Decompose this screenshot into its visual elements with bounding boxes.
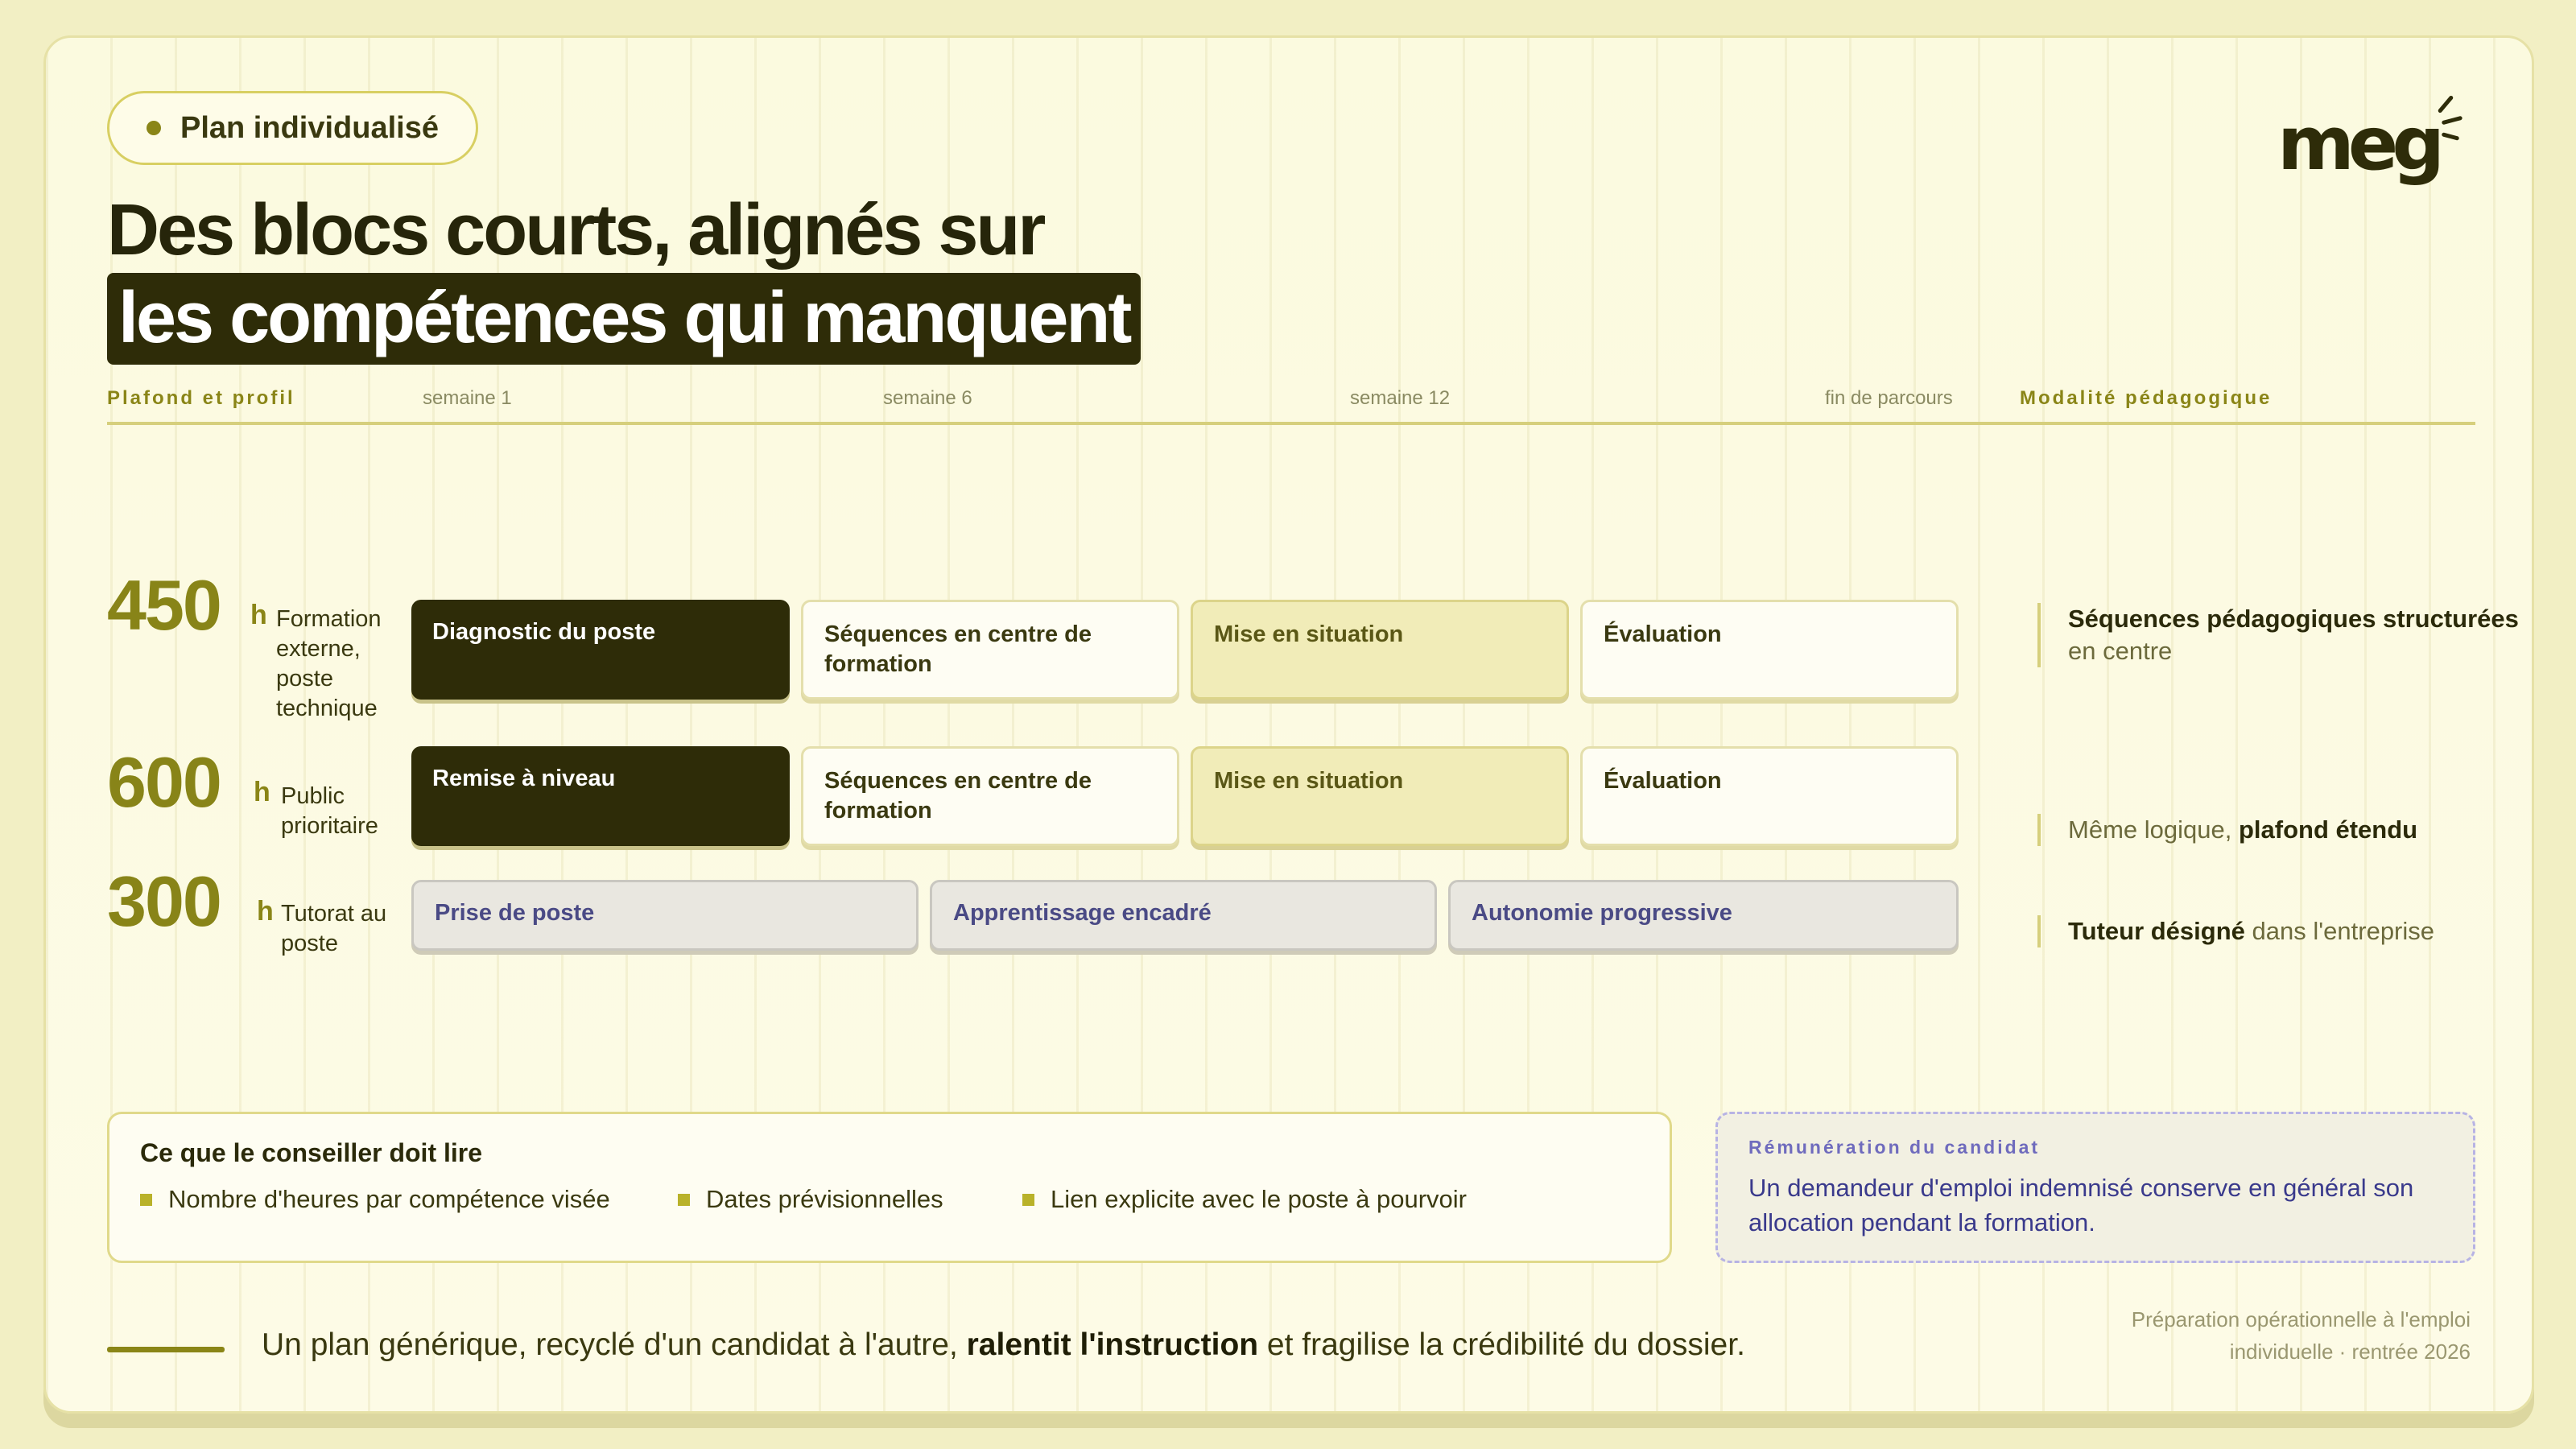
- remuneration-box: Rémunération du candidat Un demandeur d'…: [1715, 1112, 2475, 1263]
- meg-logo: meg: [2277, 86, 2471, 191]
- header-profile: Plafond et profil: [107, 387, 295, 409]
- header-modality: Modalité pédagogique: [2020, 387, 2273, 409]
- header-divider: [107, 422, 2475, 425]
- block-evaluation[interactable]: Évaluation: [1580, 600, 1959, 700]
- block-apprentissage[interactable]: Apprentissage encadré: [930, 880, 1437, 951]
- block-mise-en-situation[interactable]: Mise en situation: [1191, 600, 1569, 700]
- footer-meta: Préparation opérationnelle à l'emploi ind…: [2131, 1307, 2471, 1364]
- block-mise-en-situation[interactable]: Mise en situation: [1191, 746, 1569, 846]
- row-hours: 300: [107, 861, 222, 941]
- bullet-icon: [678, 1193, 690, 1206]
- footer-statement: Un plan générique, recyclé d'un candidat…: [262, 1327, 1745, 1362]
- block-autonomie[interactable]: Autonomie progressive: [1448, 880, 1959, 951]
- logo-ray-icon: [2437, 94, 2454, 114]
- advisor-item: Lien explicite avec le poste à pourvoir: [1022, 1185, 1467, 1214]
- block-sequences[interactable]: Séquences en centre de formation: [801, 746, 1179, 846]
- badge-label: Plan individualisé: [180, 110, 439, 145]
- advisor-item: Nombre d'heures par compétence visée: [140, 1185, 610, 1214]
- slide-card: Plan individualisé meg Des blocs courts,…: [43, 35, 2534, 1414]
- page-title-line2: les compétences qui manquent: [107, 273, 1141, 365]
- row-profile: Tutorat au poste: [281, 901, 387, 956]
- row-unit: h: [250, 600, 267, 630]
- row-modality: Même logique, plafond étendu: [2037, 814, 2417, 846]
- logo-text: meg: [2277, 101, 2445, 187]
- badge-dot-icon: [147, 121, 161, 135]
- bullet-icon: [140, 1193, 152, 1206]
- row-modality: Tuteur désigné dans l'entreprise: [2037, 915, 2434, 947]
- advisor-title: Ce que le conseiller doit lire: [140, 1138, 483, 1167]
- header-week-1: semaine 1: [423, 387, 512, 409]
- row-unit: h: [254, 777, 270, 807]
- block-remise-a-niveau[interactable]: Remise à niveau: [411, 746, 790, 846]
- row-unit: h: [257, 896, 274, 927]
- block-diagnostic[interactable]: Diagnostic du poste: [411, 600, 790, 700]
- bullet-icon: [1022, 1193, 1034, 1206]
- remuneration-text: Un demandeur d'emploi indemnisé conserve…: [1748, 1174, 2414, 1236]
- row-profile: Formation externe, poste technique: [276, 606, 382, 721]
- header-week-6: semaine 6: [883, 387, 972, 409]
- advisor-box: Ce que le conseiller doit lire Nombre d'…: [107, 1112, 1672, 1263]
- header-end: fin de parcours: [1825, 387, 1953, 409]
- row-modality: Séquences pédagogiques structurées en ce…: [2037, 603, 2532, 667]
- logo-ray-icon: [2441, 132, 2460, 141]
- remuneration-title: Rémunération du candidat: [1748, 1137, 2041, 1158]
- header-week-12: semaine 12: [1350, 387, 1451, 409]
- block-prise-de-poste[interactable]: Prise de poste: [411, 880, 919, 951]
- advisor-item: Dates prévisionnelles: [678, 1185, 943, 1214]
- row-profile: Public prioritaire: [281, 783, 378, 839]
- row-hours: 450: [107, 565, 222, 645]
- block-evaluation[interactable]: Évaluation: [1580, 746, 1959, 846]
- logo-ray-icon: [2441, 115, 2463, 126]
- row-hours: 600: [107, 742, 222, 822]
- plan-badge: Plan individualisé: [107, 91, 478, 165]
- page-title-line1: Des blocs courts, alignés sur: [107, 190, 1046, 270]
- footer-accent-line: [107, 1347, 225, 1352]
- block-sequences[interactable]: Séquences en centre de formation: [801, 600, 1179, 700]
